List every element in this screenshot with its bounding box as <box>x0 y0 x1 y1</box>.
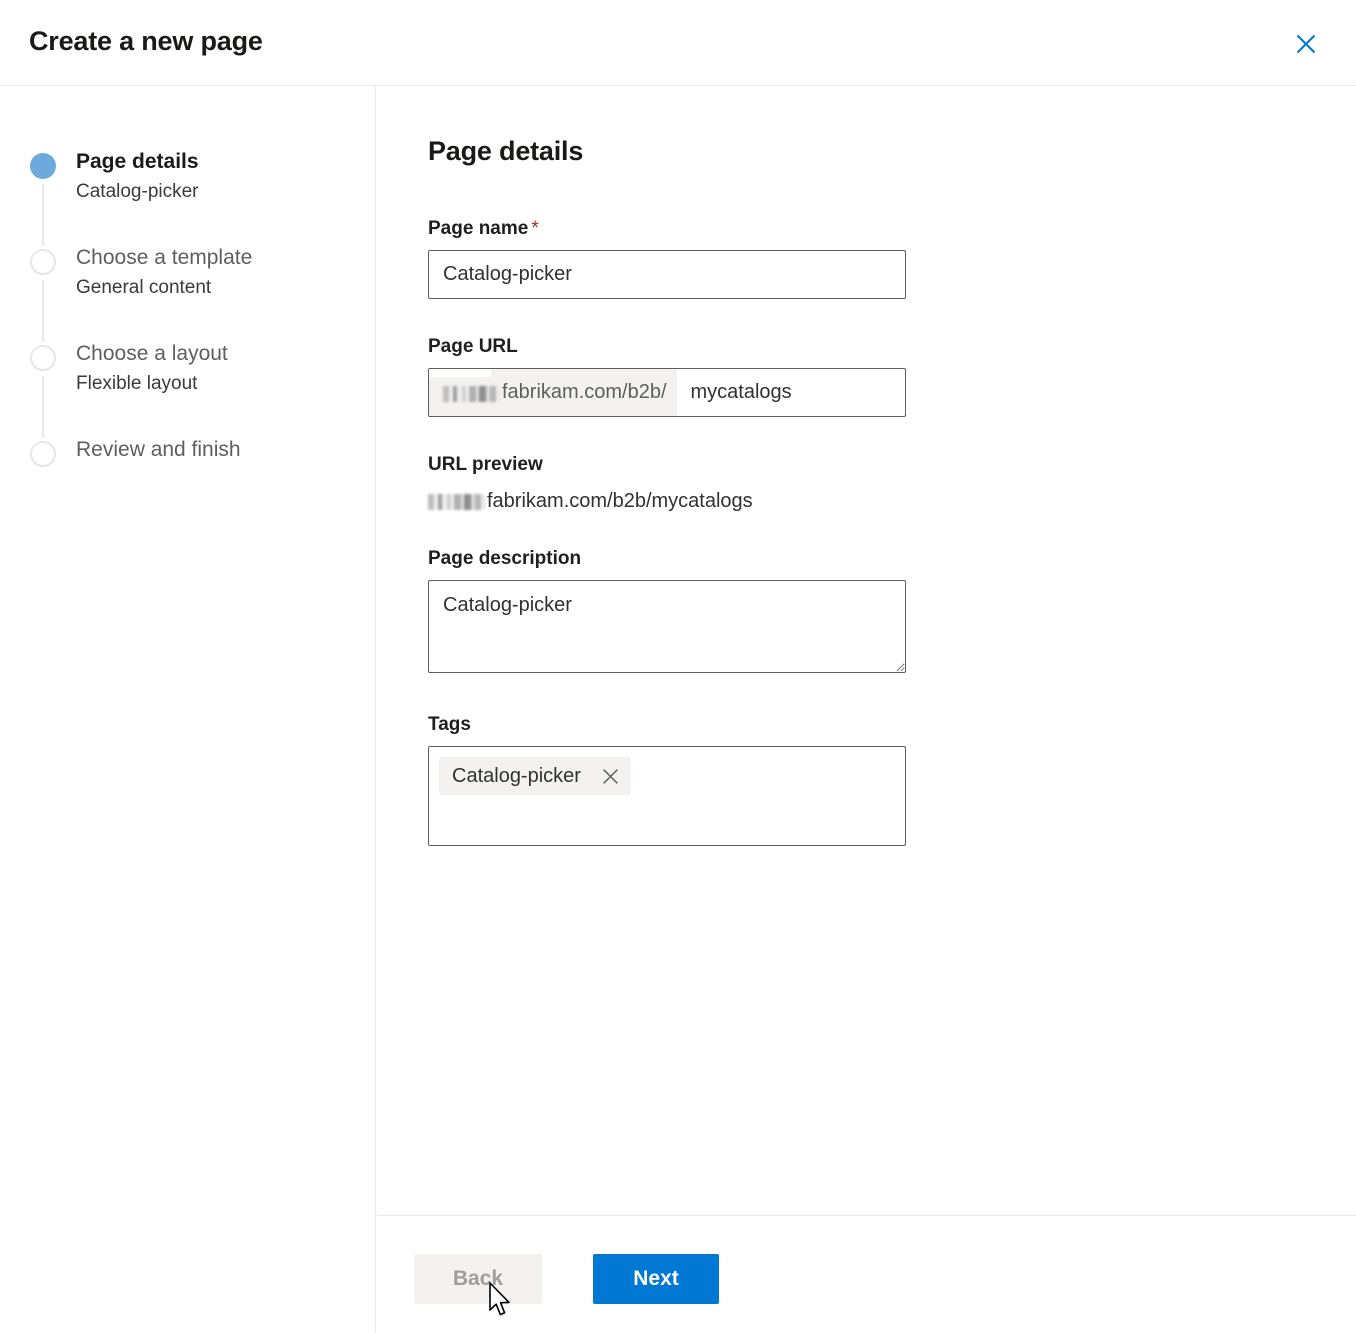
page-name-input[interactable] <box>428 250 906 299</box>
page-url-input[interactable] <box>676 369 905 416</box>
sidebar-step-review-and-finish[interactable]: Review and finish <box>30 436 350 476</box>
page-name-label: Page name * <box>428 218 539 239</box>
tag-chip[interactable]: Catalog-picker <box>439 757 631 795</box>
sidebar-step-choose-a-layout[interactable]: Choose a layout Flexible layout <box>30 340 350 438</box>
step-connector <box>42 280 44 342</box>
dialog-header: Create a new page <box>0 0 1356 86</box>
step-title: Page details <box>76 150 199 173</box>
page-url-label: Page URL <box>428 336 518 357</box>
step-marker-icon <box>30 153 56 179</box>
field-url-preview: URL preview fabrikam.com/b2b/mycatalogs <box>428 452 906 516</box>
page-title: Create a new page <box>29 26 263 56</box>
tag-chip-label: Catalog-picker <box>452 764 581 787</box>
step-subtitle: Catalog-picker <box>76 181 199 202</box>
page-description-label: Page description <box>428 548 582 569</box>
redaction-notch <box>429 369 491 377</box>
step-marker-icon <box>30 441 56 467</box>
page-description-textarea[interactable] <box>428 580 906 673</box>
step-title: Review and finish <box>76 438 241 461</box>
step-marker-icon <box>30 345 56 371</box>
sidebar-step-page-details[interactable]: Page details Catalog-picker <box>30 148 350 246</box>
step-title: Choose a layout <box>76 342 228 365</box>
close-dialog-button[interactable] <box>1288 26 1324 62</box>
sidebar-step-choose-a-template[interactable]: Choose a template General content <box>30 244 350 342</box>
url-preview-text: fabrikam.com/b2b/mycatalogs <box>487 490 753 512</box>
url-preview-label: URL preview <box>428 454 543 475</box>
field-tags: Tags Catalog-picker <box>428 712 906 846</box>
back-button[interactable]: Back <box>414 1254 542 1304</box>
url-preview-value: fabrikam.com/b2b/mycatalogs <box>428 486 906 516</box>
step-connector <box>42 184 44 246</box>
wizard-sidebar: Page details Catalog-picker Choose a tem… <box>0 86 376 1333</box>
page-url-composite: fabrikam.com/b2b/ <box>428 368 906 417</box>
step-subtitle: General content <box>76 277 212 298</box>
field-page-url: Page URL fabrikam.com/b2b/ <box>428 334 906 417</box>
step-subtitle: Flexible layout <box>76 373 198 394</box>
step-title: Choose a template <box>76 246 253 269</box>
required-asterisk: * <box>531 218 539 239</box>
field-page-description: Page description <box>428 546 906 678</box>
main-panel: Page details Page name* Page URL fabrika… <box>377 86 1356 1215</box>
tags-label: Tags <box>428 714 471 735</box>
redacted-domain-blur <box>443 385 501 402</box>
section-title: Page details <box>428 136 584 166</box>
step-connector <box>42 376 44 438</box>
page-url-prefix-text: fabrikam.com/b2b/ <box>502 381 667 403</box>
close-icon[interactable] <box>599 764 623 788</box>
next-button[interactable]: Next <box>593 1254 719 1304</box>
step-list: Page details Catalog-picker Choose a tem… <box>30 148 350 476</box>
field-page-name: Page name * <box>428 216 906 299</box>
tags-input-box[interactable]: Catalog-picker <box>428 746 906 846</box>
redacted-domain-blur <box>428 494 486 510</box>
step-marker-icon <box>30 249 56 275</box>
close-icon <box>1295 33 1317 55</box>
dialog-footer: Back Next <box>377 1215 1356 1333</box>
page-url-prefix: fabrikam.com/b2b/ <box>429 369 677 416</box>
